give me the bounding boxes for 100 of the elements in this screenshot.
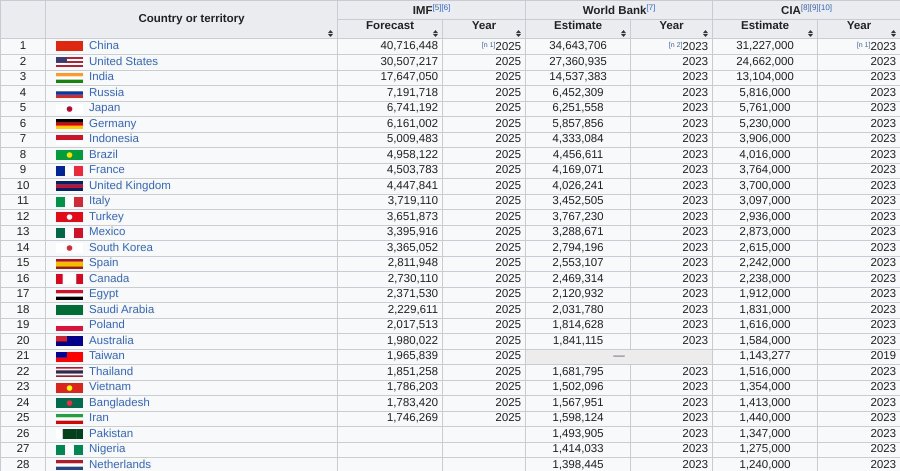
- table-cell: 5,230,000: [712, 116, 818, 132]
- country-link[interactable]: Egypt: [89, 288, 118, 302]
- table-cell: 1,841,115: [526, 334, 631, 349]
- country-link[interactable]: Netherlands: [89, 458, 152, 471]
- rank-cell: 20: [0, 334, 46, 349]
- table-cell: 2,794,196: [526, 240, 631, 256]
- table-cell: 2023: [818, 287, 900, 302]
- country-link[interactable]: Saudi Arabia: [89, 304, 154, 317]
- table-cell: 2025: [442, 396, 526, 411]
- country-link[interactable]: Turkey: [89, 210, 124, 224]
- rank-cell: 10: [0, 178, 46, 194]
- rank-cell: 17: [0, 287, 46, 302]
- table-cell: 2023: [630, 54, 713, 70]
- country-link[interactable]: India: [89, 71, 114, 84]
- table-cell: 4,456,611: [526, 148, 631, 163]
- table-cell: 2023: [818, 272, 900, 287]
- country-link[interactable]: China: [89, 40, 120, 53]
- table-cell: 1,980,022: [338, 334, 442, 349]
- flag-icon: [56, 150, 83, 160]
- table-cell: 2025: [442, 178, 526, 194]
- country-link[interactable]: Japan: [89, 102, 120, 116]
- table-cell: 2023: [630, 458, 713, 471]
- country-link[interactable]: Australia: [89, 334, 134, 348]
- table-cell: 2025: [442, 225, 526, 240]
- country-link[interactable]: Iran: [89, 412, 109, 426]
- column-header[interactable]: Estimate: [712, 19, 818, 38]
- table-cell: 2023: [818, 240, 900, 256]
- table-cell: 2,936,000: [712, 210, 818, 225]
- table-cell: 1,240,000: [712, 458, 818, 471]
- flag-icon: [56, 119, 83, 130]
- country-link[interactable]: Russia: [89, 86, 124, 100]
- rank-cell: 7: [0, 132, 46, 148]
- country-link[interactable]: Poland: [89, 319, 125, 332]
- flag-icon: [56, 274, 83, 284]
- flag-icon: [56, 429, 83, 440]
- table-cell: 2,229,611: [338, 302, 442, 318]
- table-cell: —: [526, 349, 713, 364]
- table-cell: 1,746,269: [338, 411, 442, 426]
- table-cell: 2023: [818, 54, 900, 70]
- country-link[interactable]: Germany: [89, 118, 136, 131]
- country-link[interactable]: Taiwan: [89, 350, 125, 364]
- country-link[interactable]: France: [89, 164, 125, 178]
- table-cell: 2023: [818, 302, 900, 318]
- table-cell: 34,643,706: [526, 38, 631, 54]
- country-link[interactable]: Indonesia: [89, 133, 139, 146]
- column-header[interactable]: Forecast: [338, 19, 442, 38]
- column-header[interactable]: Year: [442, 19, 526, 38]
- table-cell: 30,507,217: [338, 54, 442, 70]
- table-cell: 2023: [630, 163, 713, 178]
- table-cell: 5,857,856: [526, 116, 631, 132]
- table-cell: 2023: [818, 225, 900, 240]
- country-link[interactable]: Mexico: [89, 226, 126, 240]
- table-cell: 4,447,841: [338, 178, 442, 194]
- table-cell: 2023: [630, 148, 713, 163]
- column-header[interactable]: Year: [818, 19, 900, 38]
- country-link[interactable]: Pakistan: [89, 428, 134, 441]
- group-header: IMF$^{[5][6]}$: [338, 0, 526, 19]
- table-cell: 2023: [818, 318, 900, 334]
- table-cell: 2023: [818, 148, 900, 163]
- table-cell: 3,097,000: [712, 194, 818, 210]
- table-cell: 1,567,951: [526, 396, 631, 411]
- column-header[interactable]: Country or territory: [46, 0, 338, 38]
- table-cell: 2,615,000: [712, 240, 818, 256]
- country-link[interactable]: Vietnam: [89, 381, 131, 394]
- country-link[interactable]: Bangladesh: [89, 396, 150, 410]
- country-link[interactable]: Thailand: [89, 366, 134, 379]
- country-link[interactable]: South Korea: [89, 242, 153, 255]
- table-cell: 4,333,084: [526, 132, 631, 148]
- country-link[interactable]: Brazil: [89, 148, 118, 162]
- table-cell: 2,469,314: [526, 272, 631, 287]
- country-link[interactable]: Spain: [89, 257, 118, 270]
- rank-cell: 5: [0, 101, 46, 116]
- table-cell: 3,906,000: [712, 132, 818, 148]
- table-cell: 2025: [442, 256, 526, 272]
- rank-cell: 8: [0, 148, 46, 163]
- table-cell: $^{[n 1]}$2025: [442, 38, 526, 54]
- table-cell: 7,191,718: [338, 86, 442, 101]
- flag-icon: [56, 305, 83, 316]
- table-cell: 2023: [818, 132, 900, 148]
- rank-cell: 9: [0, 163, 46, 178]
- table-cell: 2025: [442, 101, 526, 116]
- table-cell: 2023: [630, 396, 713, 411]
- table-cell: 2023: [630, 302, 713, 318]
- table-cell: 2023: [818, 334, 900, 349]
- table-cell: 3,767,230: [526, 210, 631, 225]
- country-link[interactable]: Canada: [89, 272, 130, 286]
- flag-icon: [56, 196, 83, 207]
- table-cell: 2,811,948: [338, 256, 442, 272]
- column-header[interactable]: Estimate: [526, 19, 631, 38]
- table-cell: 4,169,071: [526, 163, 631, 178]
- table-cell: 2023: [630, 240, 713, 256]
- group-header: World Bank$^{[7]}$: [526, 0, 713, 19]
- table-cell: 2023: [630, 178, 713, 194]
- country-link[interactable]: Nigeria: [89, 443, 126, 456]
- table-cell: 1,831,000: [712, 302, 818, 318]
- table-cell: 1,584,000: [712, 334, 818, 349]
- flag-icon: [56, 336, 83, 346]
- table-cell: 1,502,096: [526, 380, 631, 396]
- country-link[interactable]: Italy: [89, 195, 110, 208]
- column-header[interactable]: Year: [630, 19, 713, 38]
